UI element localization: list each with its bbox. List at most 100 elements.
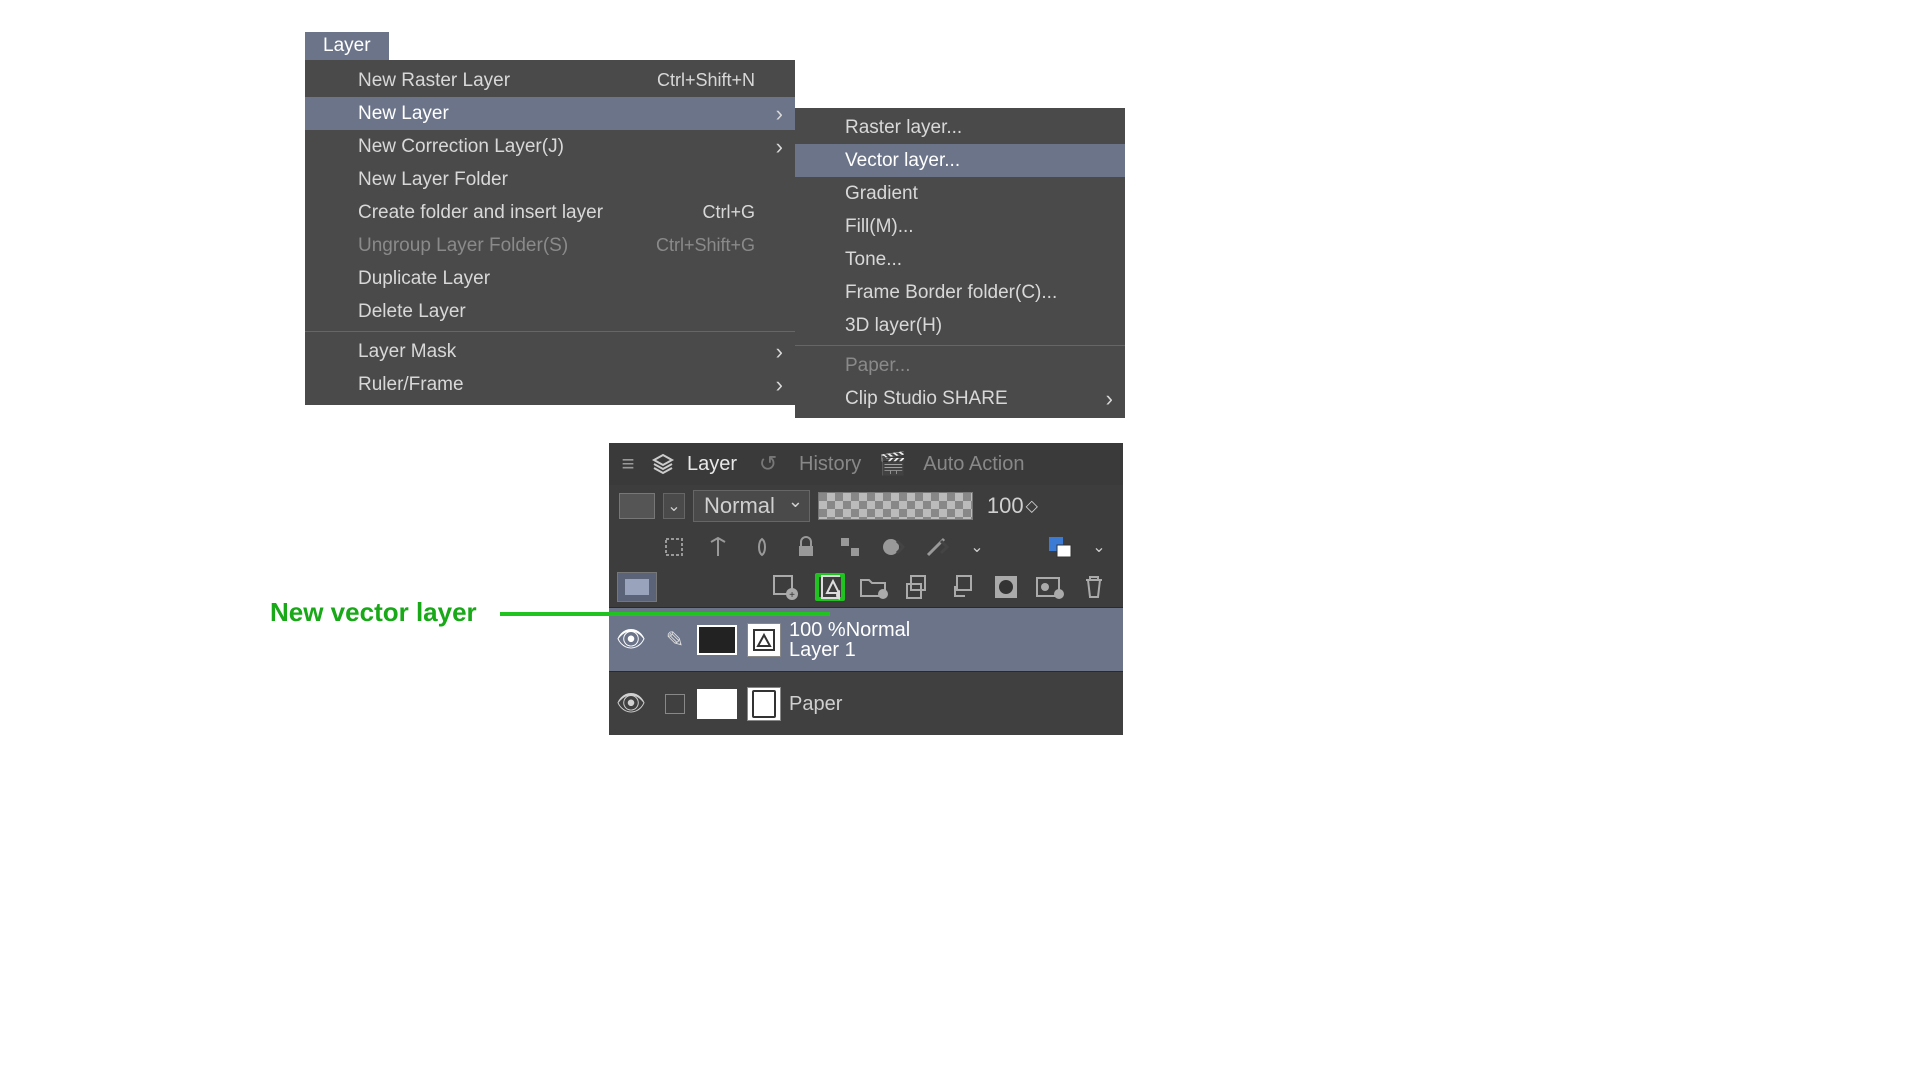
delete-layer-button[interactable] [1079, 573, 1109, 601]
layer-text: Paper [789, 694, 842, 714]
svg-text:+: + [789, 590, 795, 600]
menu-item-label: 3D layer(H) [845, 315, 1103, 337]
callout-label: New vector layer [270, 597, 477, 628]
layer-thumbnail[interactable] [697, 625, 737, 655]
ruler-toggle-icon[interactable] [923, 533, 953, 561]
panel-option-row: ⌄ ⌄ [609, 527, 1123, 567]
visibility-eye-icon[interactable]: 👁 [609, 689, 653, 718]
layer-panel: ≡ Layer ↺ History 🎬 Auto Action ⌄ Normal… [609, 443, 1123, 735]
menu-item-new-layer-folder[interactable]: New Layer Folder [305, 163, 795, 196]
menu-item-new-correction-layer[interactable]: New Correction Layer(J) › [305, 130, 795, 163]
menu-item-new-raster-layer[interactable]: New Raster Layer Ctrl+Shift+N [305, 64, 795, 97]
reference-icon[interactable] [703, 533, 733, 561]
options-dropdown[interactable]: ⌄ [967, 534, 987, 560]
opacity-number: 100 [987, 493, 1024, 519]
submenu-item-tone[interactable]: Tone... [795, 243, 1125, 276]
menu-item-label: Vector layer... [845, 150, 1103, 172]
mask-toggle-icon[interactable] [879, 533, 909, 561]
palette-color-dropdown[interactable]: ⌄ [663, 493, 685, 519]
layer-name: Paper [789, 694, 842, 714]
menu-item-label: New Raster Layer [358, 70, 657, 92]
clip-icon[interactable] [659, 533, 689, 561]
menu-item-label: Fill(M)... [845, 216, 1103, 238]
new-folder-button[interactable] [859, 573, 889, 601]
menu-item-ruler-frame[interactable]: Ruler/Frame › [305, 368, 795, 401]
menu-item-layer-mask[interactable]: Layer Mask › [305, 335, 795, 368]
apply-mask-button[interactable] [1035, 573, 1065, 601]
layer-thumbnail[interactable] [697, 689, 737, 719]
paper-layer-type-icon [747, 687, 781, 721]
new-vector-layer-button[interactable] [815, 573, 845, 601]
menu-item-label: Layer Mask [358, 341, 773, 363]
chevron-right-icon: › [776, 372, 783, 398]
submenu-item-gradient[interactable]: Gradient [795, 177, 1125, 210]
opacity-spinner-icon[interactable]: ◇ [1026, 496, 1038, 516]
panel-tab-layer[interactable]: Layer [687, 453, 737, 476]
menu-item-new-layer[interactable]: New Layer › [305, 97, 795, 130]
layer-row[interactable]: 👁 Paper [609, 671, 1123, 735]
new-raster-layer-button[interactable]: + [771, 573, 801, 601]
visibility-eye-icon[interactable]: 👁 [609, 625, 653, 654]
menu-item-label: Tone... [845, 249, 1103, 271]
blend-mode-dropdown[interactable]: Normal [693, 490, 810, 522]
panel-tab-history[interactable]: History [799, 453, 861, 476]
merge-down-button[interactable] [947, 573, 977, 601]
palette-color-box[interactable] [619, 493, 655, 519]
layer-row[interactable]: 👁 ✎ 100 %Normal Layer 1 [609, 607, 1123, 671]
menu-tab-layer[interactable]: Layer [305, 32, 389, 60]
edit-target-checkbox[interactable] [653, 694, 697, 714]
submenu-item-frame-border-folder[interactable]: Frame Border folder(C)... [795, 276, 1125, 309]
menu-dropdown: New Raster Layer Ctrl+Shift+N New Layer … [305, 60, 795, 405]
lock-icon[interactable] [791, 533, 821, 561]
menu-item-shortcut: Ctrl+Shift+G [656, 235, 755, 256]
chevron-right-icon: › [1106, 386, 1113, 412]
submenu-item-raster-layer[interactable]: Raster layer... [795, 111, 1125, 144]
layer-color-dropdown[interactable]: ⌄ [1089, 534, 1109, 560]
draft-icon[interactable] [747, 533, 777, 561]
opacity-slider[interactable] [818, 492, 973, 520]
callout-line [500, 612, 830, 616]
submenu-item-clip-studio-share[interactable]: Clip Studio SHARE › [795, 382, 1125, 415]
submenu-item-vector-layer[interactable]: Vector layer... [795, 144, 1125, 177]
menu-item-label: Paper... [845, 355, 1103, 377]
submenu-item-paper: Paper... [795, 349, 1125, 382]
panel-blend-row: ⌄ Normal 100 ◇ [609, 485, 1123, 527]
menu-item-delete-layer[interactable]: Delete Layer [305, 295, 795, 328]
panel-tab-auto-action[interactable]: Auto Action [923, 453, 1024, 476]
menu-item-label: Create folder and insert layer [358, 202, 702, 224]
menu-item-label: Ungroup Layer Folder(S) [358, 235, 656, 257]
transfer-down-button[interactable] [903, 573, 933, 601]
menu-separator [795, 345, 1125, 346]
menu-item-label: New Layer [358, 103, 773, 125]
edit-target-icon[interactable]: ✎ [653, 627, 697, 653]
chevron-right-icon: › [776, 101, 783, 127]
menu-item-duplicate-layer[interactable]: Duplicate Layer [305, 262, 795, 295]
undo-icon: ↺ [755, 451, 781, 477]
layer-name: Layer 1 [789, 640, 910, 660]
menu-item-label: Duplicate Layer [358, 268, 773, 290]
layer-opacity: 100 % [789, 619, 846, 641]
menu-item-ungroup-folder: Ungroup Layer Folder(S) Ctrl+Shift+G [305, 229, 795, 262]
panel-tab-bar: ≡ Layer ↺ History 🎬 Auto Action [609, 443, 1123, 485]
layers-stack-icon [651, 452, 677, 476]
layer-mode: Normal [846, 619, 910, 641]
submenu-item-fill[interactable]: Fill(M)... [795, 210, 1125, 243]
pane-mode-button[interactable] [617, 572, 657, 602]
menu-item-label: Ruler/Frame [358, 374, 773, 396]
opacity-value[interactable]: 100 ◇ [987, 493, 1038, 519]
vector-layer-type-icon [747, 623, 781, 657]
hamburger-icon[interactable]: ≡ [615, 451, 641, 477]
create-mask-button[interactable] [991, 573, 1021, 601]
menu-item-label: Raster layer... [845, 117, 1103, 139]
menu-separator [305, 331, 795, 332]
submenu-new-layer: Raster layer... Vector layer... Gradient… [795, 108, 1125, 418]
chevron-right-icon: › [776, 134, 783, 160]
submenu-item-3d-layer[interactable]: 3D layer(H) [795, 309, 1125, 342]
menu-item-label: New Correction Layer(J) [358, 136, 773, 158]
menu-item-label: New Layer Folder [358, 169, 773, 191]
clapper-icon: 🎬 [879, 451, 905, 477]
menu-item-create-folder-insert[interactable]: Create folder and insert layer Ctrl+G [305, 196, 795, 229]
lock-transparent-icon[interactable] [835, 533, 865, 561]
menu-item-label: Gradient [845, 183, 1103, 205]
layer-color-icon[interactable] [1045, 533, 1075, 561]
